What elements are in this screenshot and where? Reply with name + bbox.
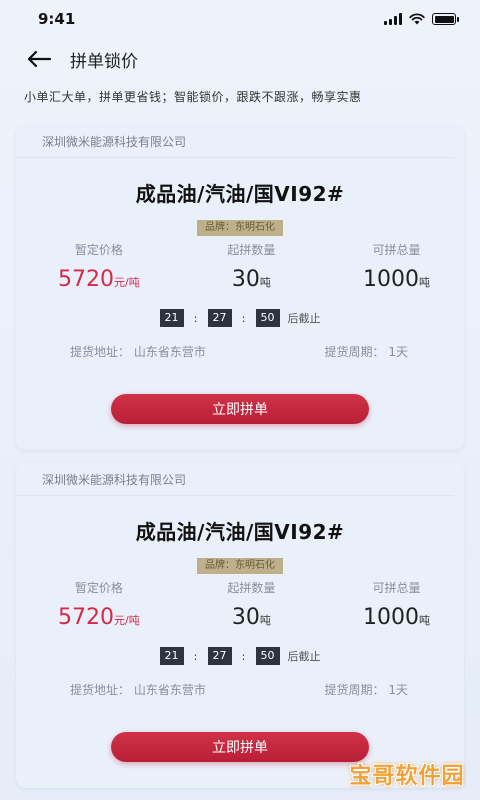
price-label: 暂定价格 (74, 581, 123, 595)
min-quantity-stat: 起拼数量 30吨 (227, 241, 275, 293)
countdown-suffix: 后截止 (287, 650, 321, 663)
min-quantity-value: 30 (231, 605, 260, 630)
countdown-separator: : (241, 311, 246, 325)
total-quantity-value: 1000 (362, 267, 419, 292)
min-quantity-value: 30 (231, 267, 260, 292)
min-quantity-unit: 吨 (259, 614, 271, 627)
countdown-separator: : (193, 311, 198, 325)
total-quantity-unit: 吨 (418, 614, 430, 627)
min-quantity-unit: 吨 (259, 276, 271, 289)
price-unit: 元/吨 (114, 276, 140, 289)
join-group-button[interactable]: 立即拼单 (111, 394, 369, 424)
slogan-text: 小单汇大单，拼单更省钱；智能锁价，跟跌不跟涨，畅享实惠 (24, 90, 362, 104)
countdown-minutes: 27 (207, 647, 232, 665)
status-bar: 9:41 (0, 0, 480, 38)
brand-tag: 品牌：东明石化 (197, 558, 283, 574)
stats-row: 暂定价格 5720元/吨 起拼数量 30吨 可拼总量 1000吨 (16, 241, 464, 293)
countdown-timer: 21 : 27 : 50 后截止 (16, 309, 464, 327)
price-unit: 元/吨 (114, 614, 140, 627)
total-quantity-label: 可拼总量 (372, 243, 421, 257)
countdown-seconds: 50 (255, 647, 280, 665)
countdown-minutes: 27 (207, 309, 232, 327)
wifi-icon (409, 13, 425, 25)
nav-bar: 拼单锁价 (0, 38, 480, 80)
site-watermark: 宝哥软件园 (342, 754, 472, 794)
price-stat: 暂定价格 5720元/吨 (58, 579, 140, 631)
group-buy-card: 深圳微米能源科技有限公司 成品油/汽油/国VI92# 品牌：东明石化 暂定价格 … (16, 462, 464, 788)
cellular-signal-icon (384, 13, 402, 25)
countdown-separator: : (241, 649, 246, 663)
countdown-timer: 21 : 27 : 50 后截止 (16, 647, 464, 665)
product-name: 成品油/汽油/国VI92# (135, 182, 345, 206)
pickup-address: 提货地址： 山东省东营市 (70, 345, 206, 359)
countdown-seconds: 50 (255, 309, 280, 327)
watermark-text: 宝哥软件园 (349, 764, 465, 789)
status-icons (384, 13, 459, 25)
group-buy-card: 深圳微米能源科技有限公司 成品油/汽油/国VI92# 品牌：东明石化 暂定价格 … (16, 124, 464, 450)
pickup-period: 提货周期： 1天 (324, 345, 408, 359)
min-quantity-stat: 起拼数量 30吨 (227, 579, 275, 631)
battery-icon (432, 13, 459, 25)
total-quantity-stat: 可拼总量 1000吨 (363, 241, 430, 293)
join-group-button[interactable]: 立即拼单 (111, 732, 369, 762)
back-arrow-icon[interactable] (26, 49, 52, 69)
status-time: 9:41 (38, 10, 76, 28)
stats-row: 暂定价格 5720元/吨 起拼数量 30吨 可拼总量 1000吨 (16, 579, 464, 631)
pickup-address: 提货地址： 山东省东营市 (70, 683, 206, 697)
total-quantity-unit: 吨 (418, 276, 430, 289)
total-quantity-value: 1000 (362, 605, 419, 630)
company-name: 深圳微米能源科技有限公司 (16, 462, 454, 496)
price-label: 暂定价格 (74, 243, 123, 257)
countdown-suffix: 后截止 (287, 312, 321, 325)
pickup-info: 提货地址： 山东省东营市 提货周期： 1天 (16, 343, 464, 360)
brand-tag: 品牌：东明石化 (197, 220, 283, 236)
price-stat: 暂定价格 5720元/吨 (58, 241, 140, 293)
product-name: 成品油/汽油/国VI92# (135, 520, 345, 544)
company-name: 深圳微米能源科技有限公司 (16, 124, 454, 158)
countdown-hours: 21 (159, 309, 184, 327)
page-title: 拼单锁价 (70, 51, 138, 72)
min-quantity-label: 起拼数量 (227, 243, 276, 257)
total-quantity-label: 可拼总量 (372, 581, 421, 595)
countdown-separator: : (193, 649, 198, 663)
countdown-hours: 21 (159, 647, 184, 665)
price-value: 5720 (58, 267, 114, 292)
price-value: 5720 (58, 605, 114, 630)
min-quantity-label: 起拼数量 (227, 581, 276, 595)
pickup-info: 提货地址： 山东省东营市 提货周期： 1天 (16, 681, 464, 698)
pickup-period: 提货周期： 1天 (324, 683, 408, 697)
total-quantity-stat: 可拼总量 1000吨 (363, 579, 430, 631)
